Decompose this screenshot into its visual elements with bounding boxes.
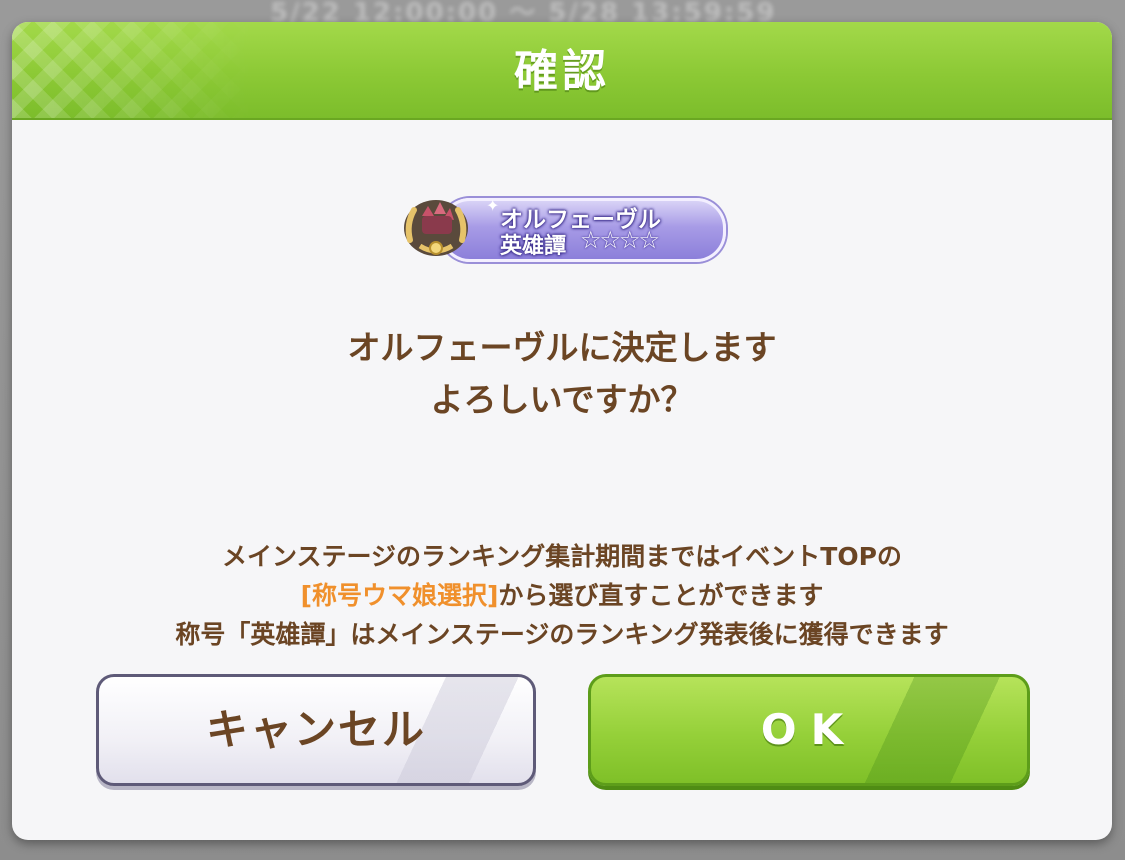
dialog-title: 確認 <box>514 46 610 97</box>
message-line: よろしいですか？ <box>430 380 694 419</box>
blurred-event-period: 5/22 12:00:00 〜 5/28 13:59:59 <box>270 0 777 28</box>
laurel-emblem-icon <box>404 200 468 256</box>
title-badge: ✦ オルフェーヴル 英雄譚 ☆☆☆☆ <box>400 194 726 262</box>
ok-button-label: OK <box>760 705 858 754</box>
note-line: 称号「英雄譚」はメインステージのランキング発表後に獲得できます <box>175 620 949 649</box>
badge-rank: 英雄譚 <box>500 234 567 259</box>
note-line: [称号ウマ娘選択]から選び直すことができます <box>12 576 1112 615</box>
confirm-message: オルフェーヴルに決定します よろしいですか？ <box>12 322 1112 432</box>
confirm-dialog: 確認 ✦ オルフェーヴル 英雄譚 ☆☆☆☆ オルフェーヴルに決定します よろしい… <box>12 22 1112 840</box>
badge-stars: ☆☆☆☆ <box>580 226 660 254</box>
title-select-highlight: [称号ウマ娘選択] <box>300 581 499 610</box>
message-line: オルフェーヴルに決定します <box>347 328 777 367</box>
cancel-button[interactable]: キャンセル <box>96 674 536 786</box>
cancel-button-label: キャンセル <box>205 705 426 754</box>
note-line: メインステージのランキング集計期間まではイベントTOPの <box>222 542 902 571</box>
note-text: メインステージのランキング集計期間まではイベントTOPの [称号ウマ娘選択]から… <box>12 537 1112 657</box>
note-line-rest: から選び直すことができます <box>498 581 824 610</box>
dialog-header: 確認 <box>12 22 1112 120</box>
badge-name: オルフェーヴル <box>500 207 661 233</box>
ok-button[interactable]: OK <box>588 674 1030 786</box>
